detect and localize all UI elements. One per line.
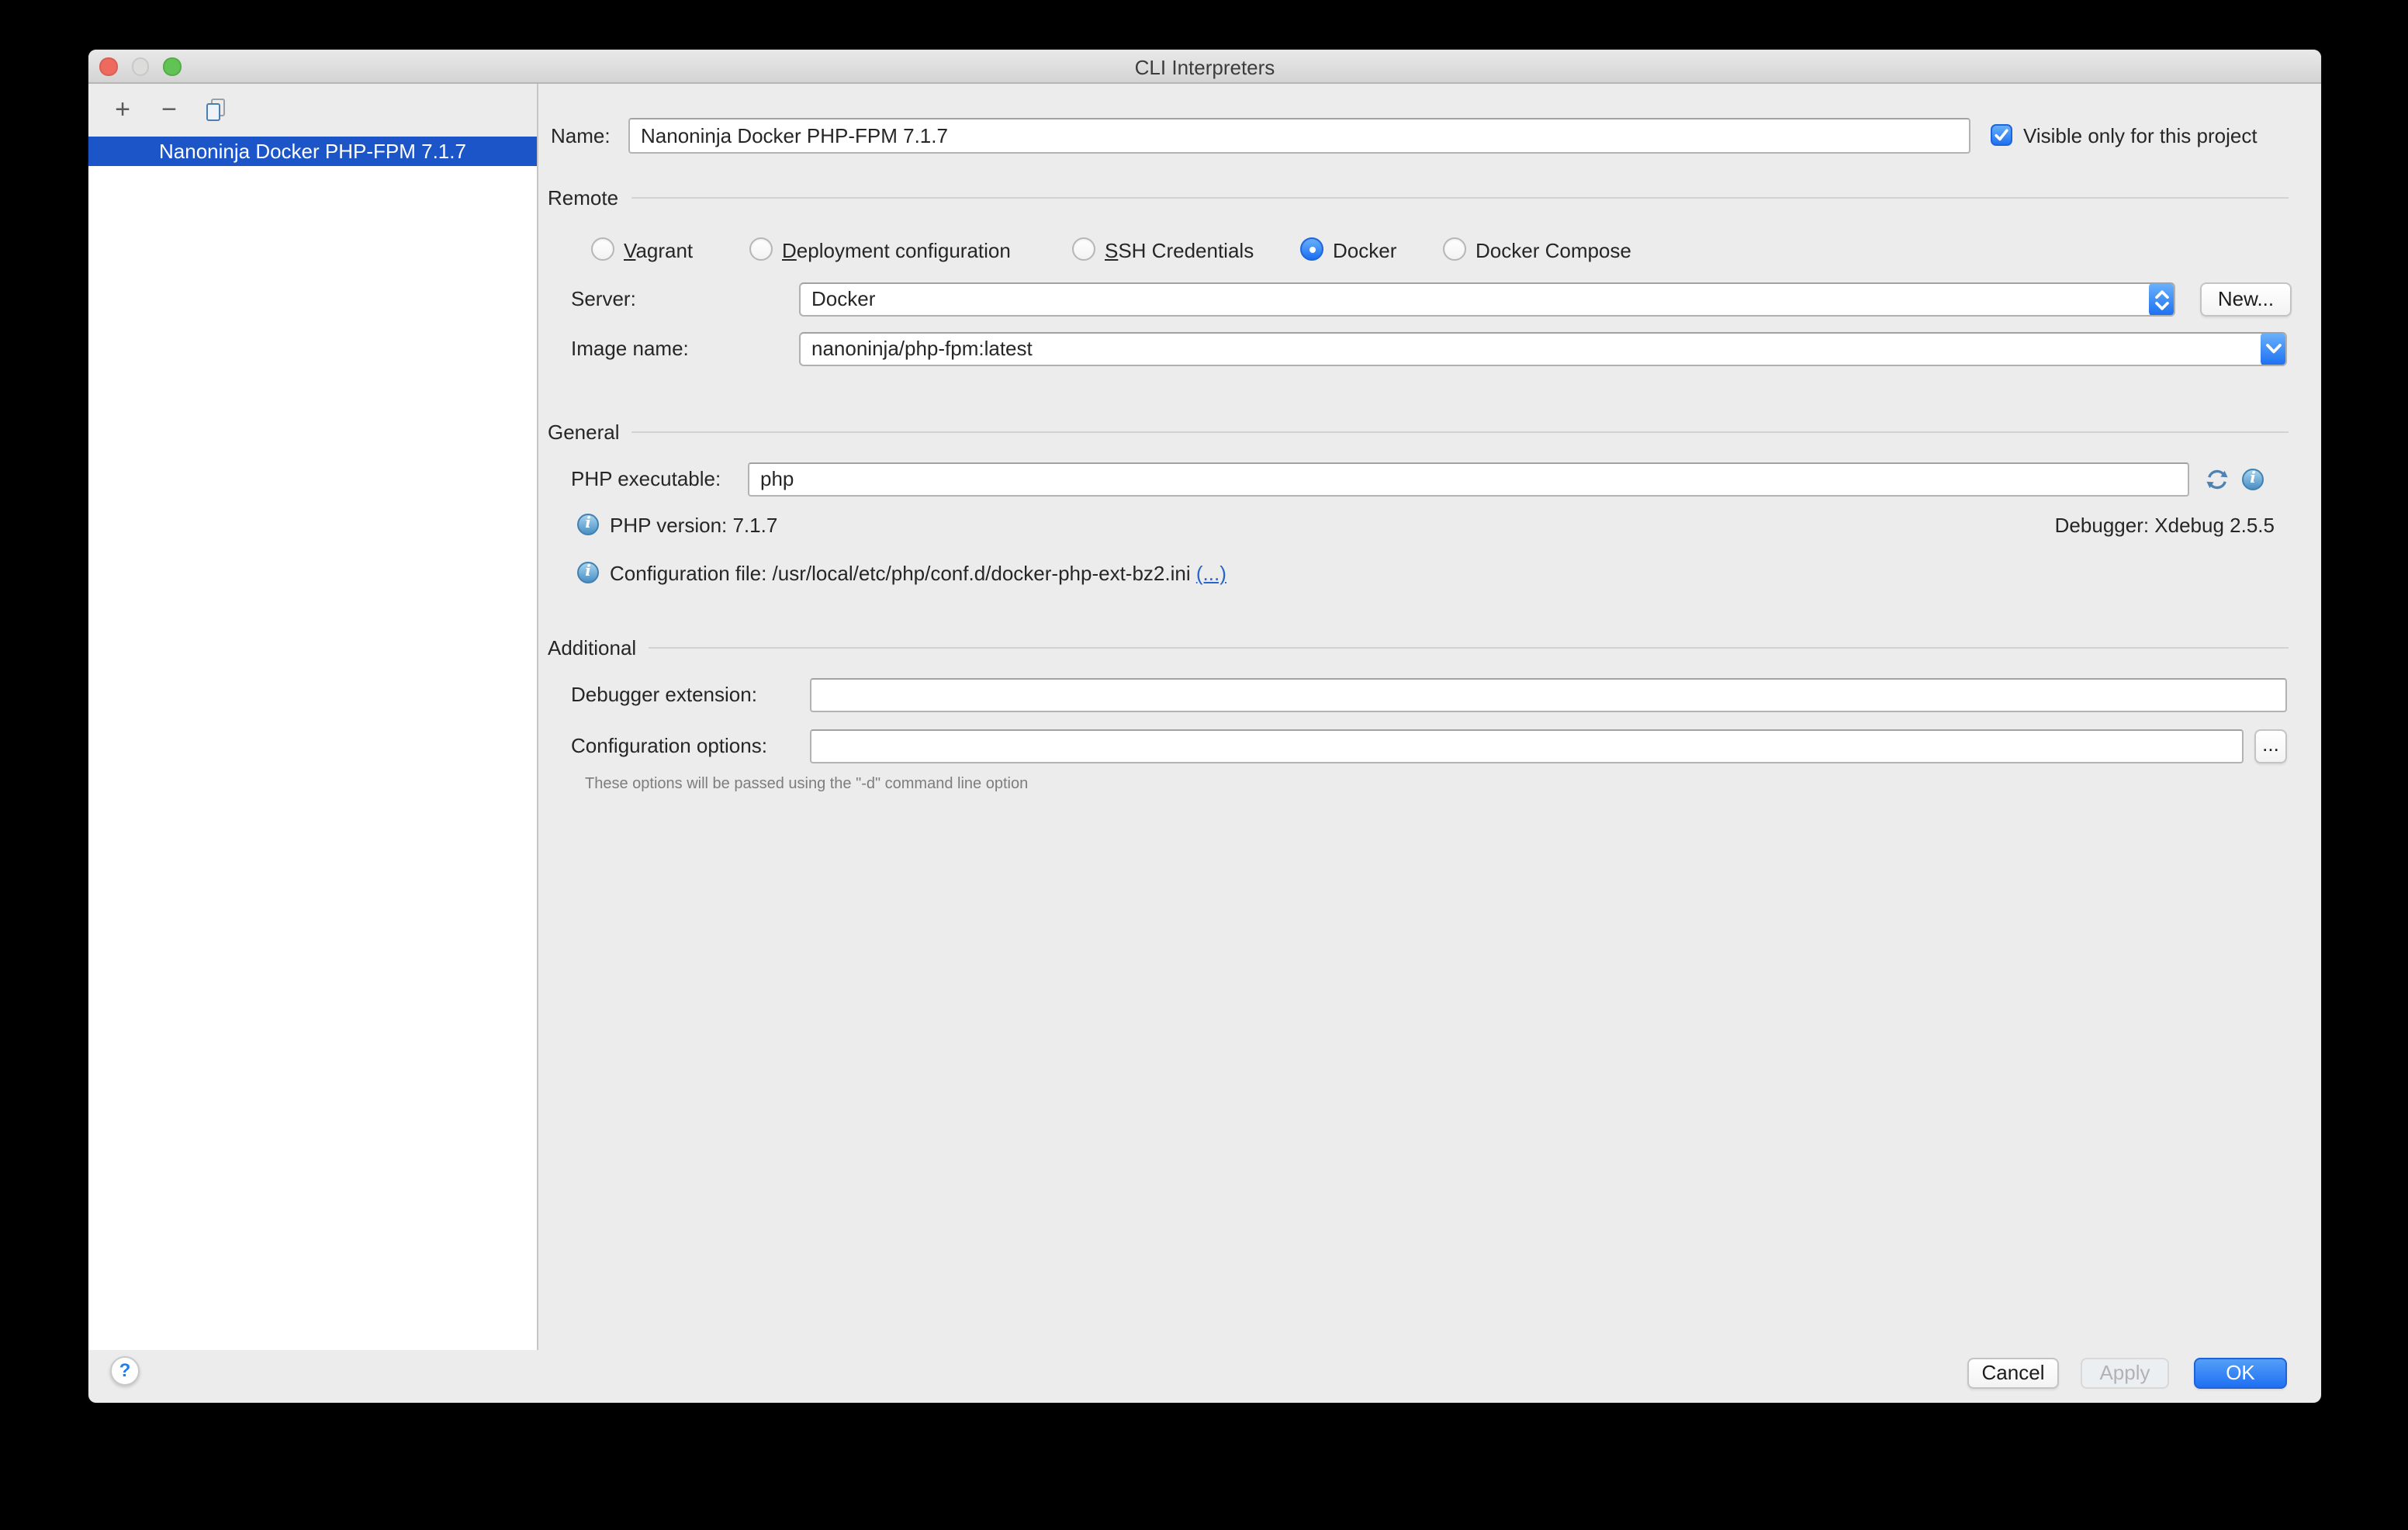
server-label: Server: (571, 287, 636, 310)
server-select[interactable]: Docker (799, 282, 2175, 317)
image-name-combobox[interactable]: nanoninja/php-fpm:latest (799, 332, 2287, 366)
radio-ssh-credentials-label[interactable]: SSH Credentials (1105, 239, 1254, 262)
screen: CLI Interpreters + − Nanoninja Docker PH… (0, 0, 2408, 1530)
interpreter-list: Nanoninja Docker PHP-FPM 7.1.7 (88, 137, 537, 1350)
cli-interpreters-dialog: CLI Interpreters + − Nanoninja Docker PH… (88, 50, 2321, 1403)
add-interpreter-button[interactable]: + (109, 95, 137, 126)
sidebar-toolbar: + − (88, 84, 537, 137)
general-section-label: General (548, 420, 620, 443)
options-hint-text: These options will be passed using the "… (585, 776, 1028, 793)
php-executable-label: PHP executable: (571, 467, 721, 490)
debugger-extension-input[interactable] (810, 678, 2287, 712)
debugger-extension-label: Debugger extension: (571, 683, 757, 706)
configuration-options-browse-button[interactable]: ... (2254, 729, 2287, 763)
general-section-header: General (548, 421, 2289, 442)
image-name-label: Image name: (571, 337, 689, 360)
apply-button[interactable]: Apply (2081, 1358, 2169, 1389)
new-server-button[interactable]: New... (2200, 282, 2292, 317)
additional-section-header: Additional (548, 636, 2289, 658)
remote-section-header: Remote (548, 186, 2289, 208)
configuration-options-label: Configuration options: (571, 734, 767, 757)
radio-docker[interactable] (1300, 237, 1323, 261)
refresh-icon[interactable] (2205, 467, 2230, 497)
cancel-button[interactable]: Cancel (1967, 1358, 2059, 1389)
visible-project-checkbox[interactable] (1991, 124, 2012, 146)
sidebar-divider (537, 84, 538, 1350)
debugger-version-text: Debugger: Xdebug 2.5.5 (2055, 514, 2275, 537)
radio-vagrant-label[interactable]: Vagrant (624, 239, 693, 262)
help-button[interactable]: ? (110, 1356, 140, 1386)
radio-ssh-credentials[interactable] (1072, 237, 1095, 261)
php-version-text: PHP version: 7.1.7 (610, 514, 777, 537)
additional-section-label: Additional (548, 635, 636, 659)
title-bar[interactable]: CLI Interpreters (88, 50, 2321, 84)
php-executable-input[interactable]: php (748, 462, 2189, 497)
configuration-options-input[interactable] (810, 729, 2244, 763)
window-title: CLI Interpreters (88, 56, 2321, 79)
image-name-dropdown-icon[interactable] (2261, 332, 2287, 366)
remote-section-label: Remote (548, 185, 618, 209)
php-version-info-icon: i (577, 514, 599, 535)
config-file-more-link[interactable]: (...) (1196, 562, 1226, 585)
radio-deployment-configuration[interactable] (749, 237, 773, 261)
radio-docker-compose[interactable] (1443, 237, 1466, 261)
radio-vagrant[interactable] (591, 237, 614, 261)
config-file-text: Configuration file: /usr/local/etc/php/c… (610, 562, 1226, 585)
list-item-selected[interactable]: Nanoninja Docker PHP-FPM 7.1.7 (88, 137, 537, 166)
copy-interpreter-icon[interactable] (202, 95, 230, 126)
php-executable-info-icon[interactable]: i (2242, 469, 2264, 490)
ok-button[interactable]: OK (2194, 1358, 2287, 1389)
radio-docker-label[interactable]: Docker (1333, 239, 1396, 262)
visible-project-label[interactable]: Visible only for this project (2023, 124, 2258, 147)
name-input[interactable]: Nanoninja Docker PHP-FPM 7.1.7 (628, 118, 1970, 154)
radio-deployment-configuration-label[interactable]: Deployment configuration (782, 239, 1011, 262)
radio-docker-compose-label[interactable]: Docker Compose (1476, 239, 1631, 262)
server-stepper-icon[interactable] (2149, 282, 2175, 317)
remove-interpreter-button[interactable]: − (155, 95, 183, 126)
name-label: Name: (551, 124, 611, 147)
config-file-info-icon: i (577, 562, 599, 583)
